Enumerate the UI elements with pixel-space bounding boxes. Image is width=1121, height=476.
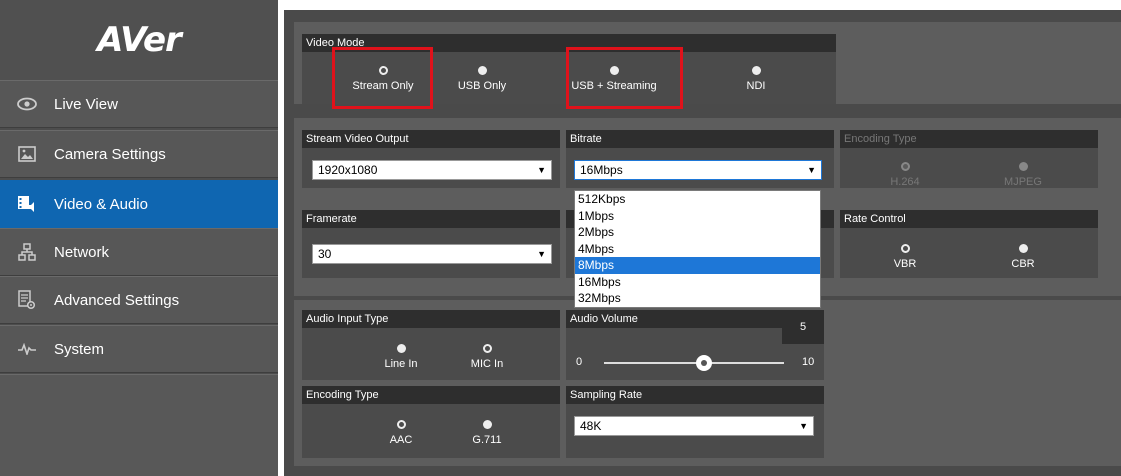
- audio-input-section: Audio Input Type Line In MIC In: [302, 310, 560, 380]
- sidebar: AVer Live View Camera Settings Video & A…: [0, 0, 278, 476]
- section-title: Stream Video Output: [302, 130, 560, 148]
- aver-logo: AVer: [97, 20, 182, 60]
- sidebar-item-label: Network: [54, 243, 110, 261]
- section-title: Rate Control: [840, 210, 1098, 228]
- framerate-select[interactable]: 30 ▼: [312, 244, 552, 264]
- radio-selected-icon: [396, 420, 406, 429]
- section-title: Framerate: [302, 210, 560, 228]
- sidebar-item-network[interactable]: Network: [0, 228, 278, 276]
- sidebar-item-camera-settings[interactable]: Camera Settings: [0, 130, 278, 178]
- video-encoding-section: Encoding Type H.264 MJPEG: [840, 130, 1098, 188]
- radio-selected-icon: [482, 344, 492, 353]
- rate-control-section: Rate Control VBR CBR: [840, 210, 1098, 278]
- volume-max-label: 10: [802, 356, 815, 368]
- radio-cbr[interactable]: CBR: [988, 244, 1058, 270]
- radio-icon: [482, 420, 492, 429]
- dropdown-arrow-icon: ▼: [537, 249, 546, 259]
- dropdown-option[interactable]: 16Mbps: [575, 274, 820, 291]
- section-title: Audio Input Type: [302, 310, 560, 328]
- sidebar-item-system[interactable]: System: [0, 325, 278, 373]
- sidebar-item-label: Advanced Settings: [54, 291, 180, 309]
- volume-slider-track[interactable]: [604, 362, 784, 364]
- radio-mjpeg[interactable]: MJPEG: [988, 162, 1058, 188]
- volume-slider-handle[interactable]: [696, 355, 712, 371]
- dropdown-option[interactable]: 4Mbps: [575, 241, 820, 258]
- radio-g711[interactable]: G.711: [452, 420, 522, 446]
- bitrate-select[interactable]: 16Mbps ▼: [574, 160, 822, 180]
- image-icon: [16, 143, 38, 165]
- framerate-section: Framerate 30 ▼: [302, 210, 560, 278]
- settings-doc-icon: [16, 289, 38, 311]
- stream-output-section: Stream Video Output 1920x1080 ▼: [302, 130, 560, 188]
- bitrate-section: Bitrate 16Mbps ▼: [566, 130, 834, 188]
- radio-icon: [396, 344, 406, 353]
- audio-volume-section: Audio Volume 5 0 10: [566, 310, 824, 380]
- logo-area: AVer: [0, 0, 278, 80]
- radio-icon: [1018, 162, 1028, 171]
- section-title: Encoding Type: [840, 130, 1098, 148]
- sampling-rate-section: Sampling Rate 48K ▼: [566, 386, 824, 458]
- volume-value: 5: [782, 310, 824, 344]
- radio-usb-only[interactable]: USB Only: [447, 66, 517, 92]
- dropdown-option[interactable]: 512Kbps: [575, 191, 820, 208]
- sidebar-filler: [0, 374, 278, 476]
- sidebar-item-advanced-settings[interactable]: Advanced Settings: [0, 276, 278, 324]
- sidebar-item-live-view[interactable]: Live View: [0, 80, 278, 128]
- radio-selected-icon: [900, 244, 910, 253]
- sidebar-item-label: Camera Settings: [54, 145, 166, 163]
- bitrate-dropdown-list: 512Kbps 1Mbps 2Mbps 4Mbps 8Mbps 16Mbps 3…: [574, 190, 821, 308]
- dropdown-arrow-icon: ▼: [799, 421, 808, 431]
- sidebar-item-label: System: [54, 340, 105, 358]
- section-title: Audio Volume: [566, 310, 782, 328]
- radio-vbr[interactable]: VBR: [870, 244, 940, 270]
- radio-line-in[interactable]: Line In: [366, 344, 436, 370]
- highlight-box: [332, 47, 433, 109]
- sidebar-item-label: Live View: [54, 95, 118, 113]
- sidebar-item-label: Video & Audio: [54, 195, 148, 213]
- volume-min-label: 0: [576, 356, 583, 368]
- dropdown-option[interactable]: 32Mbps: [575, 290, 820, 307]
- section-title: Sampling Rate: [566, 386, 824, 404]
- stream-output-select[interactable]: 1920x1080 ▼: [312, 160, 552, 180]
- radio-ndi[interactable]: NDI: [721, 66, 791, 92]
- highlight-box: [566, 47, 683, 109]
- eye-icon: [16, 93, 38, 115]
- section-title: Bitrate: [566, 130, 834, 148]
- radio-mic-in[interactable]: MIC In: [452, 344, 522, 370]
- radio-h264[interactable]: H.264: [870, 162, 940, 188]
- radio-icon: [1018, 244, 1028, 253]
- video-audio-icon: [16, 193, 38, 215]
- dropdown-option[interactable]: 2Mbps: [575, 224, 820, 241]
- dropdown-option[interactable]: 1Mbps: [575, 208, 820, 225]
- sidebar-item-video-audio[interactable]: Video & Audio: [0, 180, 278, 228]
- section-title: Encoding Type: [302, 386, 560, 404]
- pulse-icon: [16, 338, 38, 360]
- audio-settings-panel: Audio Input Type Line In MIC In Audio Vo…: [294, 300, 1121, 466]
- radio-icon: [477, 66, 487, 75]
- dropdown-arrow-icon: ▼: [807, 165, 816, 175]
- radio-aac[interactable]: AAC: [366, 420, 436, 446]
- dropdown-option-highlighted[interactable]: 8Mbps: [575, 257, 820, 274]
- radio-icon: [751, 66, 761, 75]
- network-icon: [16, 241, 38, 263]
- sampling-rate-select[interactable]: 48K ▼: [574, 416, 814, 436]
- dropdown-arrow-icon: ▼: [537, 165, 546, 175]
- radio-selected-icon: [900, 162, 910, 171]
- audio-encoding-section: Encoding Type AAC G.711: [302, 386, 560, 458]
